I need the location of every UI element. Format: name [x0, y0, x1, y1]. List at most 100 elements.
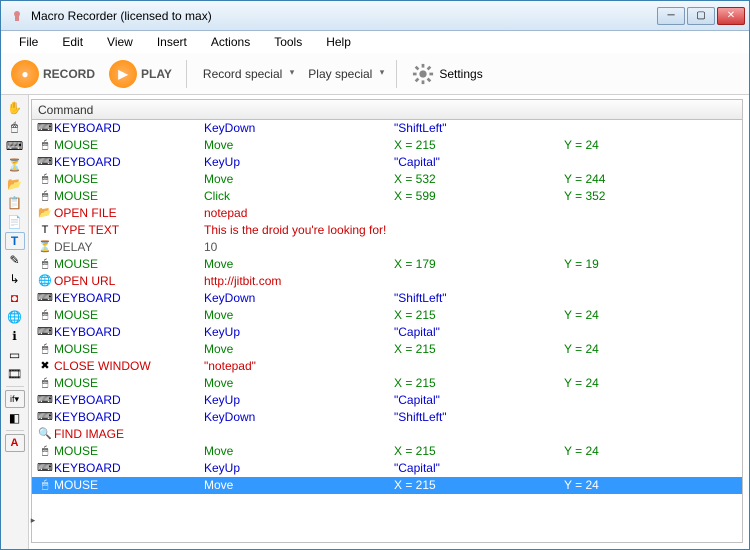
row-param2: X = 215	[394, 307, 564, 324]
mouse-icon[interactable]: 🖱	[5, 118, 25, 136]
row-icon: 🖱	[36, 256, 54, 273]
row-icon: ✖	[36, 358, 54, 375]
row-param1: Move	[204, 375, 394, 392]
record-button[interactable]: ● RECORD	[7, 58, 99, 90]
picker-icon[interactable]: ✎	[5, 251, 25, 269]
row-icon: 🔍	[36, 426, 54, 443]
open-file-icon[interactable]: 📂	[5, 175, 25, 193]
goto-icon[interactable]: ↳	[5, 270, 25, 288]
keyboard-icon[interactable]: ⌨	[5, 137, 25, 155]
row-icon: 🖱	[36, 443, 54, 460]
row-param2: X = 215	[394, 477, 564, 494]
row-param1: KeyDown	[204, 409, 394, 426]
play-special-dropdown[interactable]: Play special	[302, 65, 386, 83]
row-param1: Move	[204, 307, 394, 324]
settings-button[interactable]: Settings	[407, 60, 486, 88]
row-command: MOUSE	[54, 137, 204, 154]
command-row[interactable]: 📂OPEN FILEnotepad	[32, 205, 742, 222]
command-row[interactable]: 🖱MOUSEMoveX = 215Y = 24	[32, 443, 742, 460]
command-row[interactable]: 🖱MOUSEMoveX = 215Y = 24	[32, 477, 742, 494]
row-param1: Move	[204, 171, 394, 188]
row-param3: Y = 24	[564, 477, 742, 494]
window-title: Macro Recorder (licensed to max)	[31, 9, 657, 23]
command-row[interactable]: ⌨KEYBOARDKeyUp"Capital"	[32, 392, 742, 409]
row-command: DELAY	[54, 239, 204, 256]
menu-help[interactable]: Help	[316, 33, 361, 51]
command-row[interactable]: 🖱MOUSEMoveX = 215Y = 24	[32, 307, 742, 324]
sidebar-collapse-handle[interactable]: ▸	[30, 500, 36, 540]
row-command: KEYBOARD	[54, 290, 204, 307]
content-area: ✋🖱⌨⏳📂📋📄T✎↳◘🌐ℹ▭🎞if▾◧A Command ⌨KEYBOARDKe…	[1, 95, 749, 549]
command-row[interactable]: 🖱MOUSEMoveX = 215Y = 24	[32, 375, 742, 392]
stop-icon[interactable]: ◘	[5, 289, 25, 307]
row-command: CLOSE WINDOW	[54, 358, 204, 375]
maximize-button[interactable]: ▢	[687, 7, 715, 25]
command-row[interactable]: ⌨KEYBOARDKeyUp"Capital"	[32, 460, 742, 477]
row-command: MOUSE	[54, 171, 204, 188]
row-command: MOUSE	[54, 443, 204, 460]
gear-icon	[411, 62, 435, 86]
menu-tools[interactable]: Tools	[264, 33, 312, 51]
row-icon: 🖱	[36, 188, 54, 205]
rows-container[interactable]: ⌨KEYBOARDKeyDown"ShiftLeft"🖱MOUSEMoveX =…	[32, 120, 742, 542]
close-button[interactable]: ✕	[717, 7, 745, 25]
movie-icon[interactable]: 🎞	[5, 365, 25, 383]
row-param2: X = 215	[394, 443, 564, 460]
command-row[interactable]: 🖱MOUSEMoveX = 179Y = 19	[32, 256, 742, 273]
open-url-icon[interactable]: 🌐	[5, 308, 25, 326]
row-command: TYPE TEXT	[54, 222, 204, 239]
play-button[interactable]: ▶ PLAY	[105, 58, 176, 90]
command-row[interactable]: 🔍FIND IMAGE	[32, 426, 742, 443]
info-icon[interactable]: ℹ	[5, 327, 25, 345]
minimize-button[interactable]: ─	[657, 7, 685, 25]
command-row[interactable]: ⌨KEYBOARDKeyUp"Capital"	[32, 324, 742, 341]
menu-file[interactable]: File	[9, 33, 48, 51]
row-param1: KeyUp	[204, 324, 394, 341]
menu-view[interactable]: View	[97, 33, 143, 51]
row-icon: ⌨	[36, 154, 54, 171]
command-row[interactable]: 🖱MOUSEMoveX = 532Y = 244	[32, 171, 742, 188]
paste-icon[interactable]: 📄	[5, 213, 25, 231]
type-text-icon[interactable]: T	[5, 232, 25, 250]
command-row[interactable]: ⌨KEYBOARDKeyUp"Capital"	[32, 154, 742, 171]
command-row[interactable]: ⌨KEYBOARDKeyDown"ShiftLeft"	[32, 409, 742, 426]
row-icon: T	[36, 222, 54, 239]
if-icon[interactable]: if▾	[5, 390, 25, 408]
menu-edit[interactable]: Edit	[52, 33, 93, 51]
record-special-dropdown[interactable]: Record special	[197, 65, 296, 83]
row-param3: Y = 19	[564, 256, 742, 273]
command-row[interactable]: ⌨KEYBOARDKeyDown"ShiftLeft"	[32, 290, 742, 307]
font-icon[interactable]: A	[5, 434, 25, 452]
row-command: KEYBOARD	[54, 392, 204, 409]
command-row[interactable]: 🖱MOUSEMoveX = 215Y = 24	[32, 137, 742, 154]
command-row[interactable]: ⌨KEYBOARDKeyDown"ShiftLeft"	[32, 120, 742, 137]
row-icon: ⌨	[36, 409, 54, 426]
menu-actions[interactable]: Actions	[201, 33, 260, 51]
row-command: KEYBOARD	[54, 409, 204, 426]
command-row[interactable]: 🖱MOUSEMoveX = 215Y = 24	[32, 341, 742, 358]
row-param1: 10	[204, 239, 394, 256]
window-icon[interactable]: ▭	[5, 346, 25, 364]
play-label: PLAY	[141, 67, 172, 81]
command-row[interactable]: ✖CLOSE WINDOW"notepad"	[32, 358, 742, 375]
row-command: OPEN URL	[54, 273, 204, 290]
row-param2: X = 215	[394, 341, 564, 358]
row-icon: ⌨	[36, 290, 54, 307]
row-param2: X = 215	[394, 137, 564, 154]
toolbar-separator	[186, 60, 187, 88]
menu-insert[interactable]: Insert	[147, 33, 197, 51]
row-param3: Y = 24	[564, 375, 742, 392]
command-row[interactable]: TTYPE TEXTThis is the droid you're looki…	[32, 222, 742, 239]
command-row[interactable]: ⏳DELAY10	[32, 239, 742, 256]
row-param3: Y = 24	[564, 341, 742, 358]
row-command: MOUSE	[54, 341, 204, 358]
delay-icon[interactable]: ⏳	[5, 156, 25, 174]
label-icon[interactable]: ◧	[5, 409, 25, 427]
command-row[interactable]: 🖱MOUSEClickX = 599Y = 352	[32, 188, 742, 205]
hand-icon[interactable]: ✋	[5, 99, 25, 117]
command-list: Command ⌨KEYBOARDKeyDown"ShiftLeft"🖱MOUS…	[31, 99, 743, 543]
copy-icon[interactable]: 📋	[5, 194, 25, 212]
row-command: MOUSE	[54, 307, 204, 324]
column-header[interactable]: Command	[32, 100, 742, 120]
command-row[interactable]: 🌐OPEN URLhttp://jitbit.com	[32, 273, 742, 290]
